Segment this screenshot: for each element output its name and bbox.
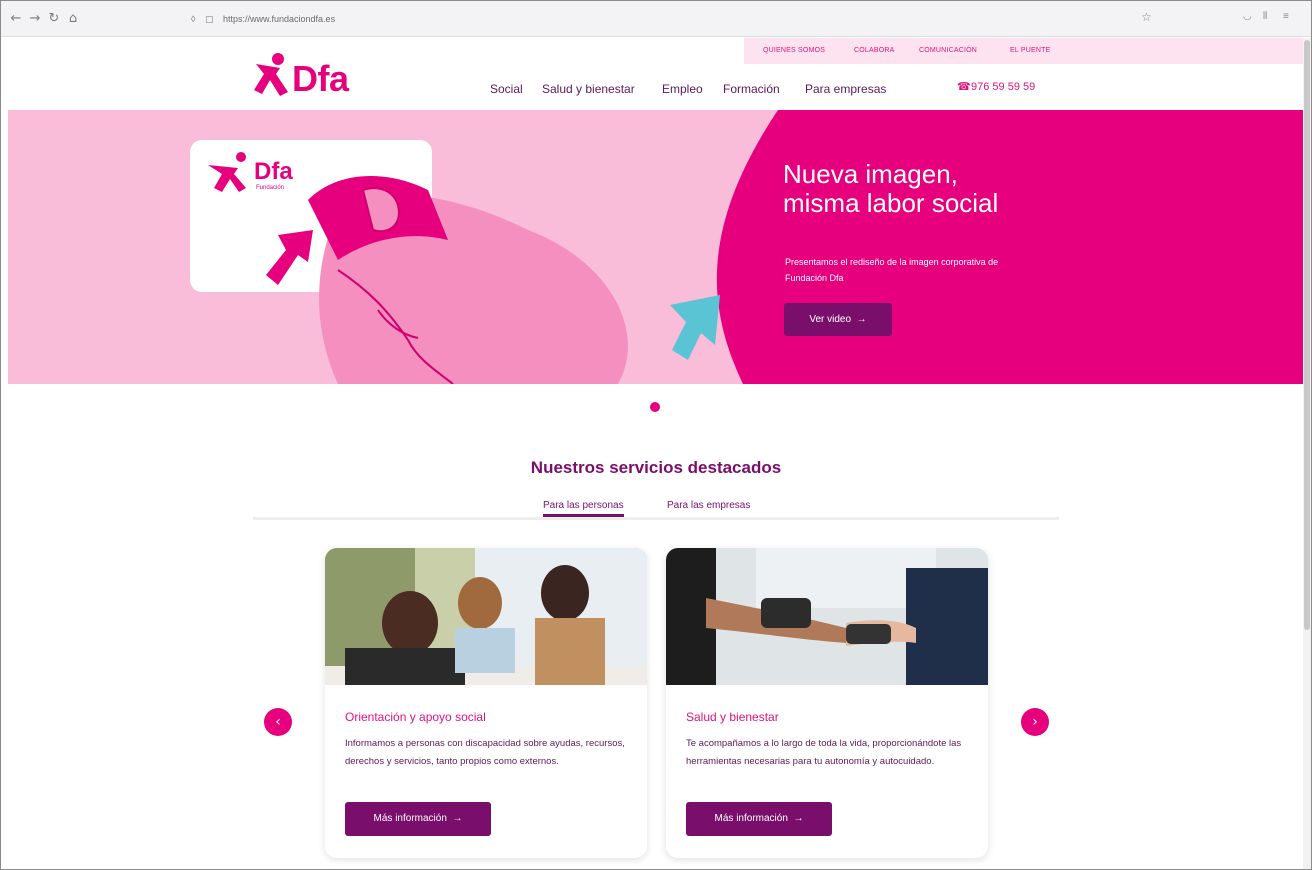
nav-item-formacion[interactable]: Formación [723, 82, 780, 96]
tab-empresas[interactable]: Para las empresas [667, 500, 750, 511]
card-title: Salud y bienestar [686, 710, 779, 724]
hero-illustration [8, 110, 1304, 384]
hero-title: Nueva imagen, misma labor social [783, 159, 999, 218]
nav-item-salud[interactable]: Salud y bienestar [542, 82, 635, 96]
arrow-right-icon: → [449, 813, 463, 824]
phone-number: 976 59 59 59 [971, 81, 1036, 93]
shield-icon: ◊ [191, 14, 196, 24]
logo-text: Dfa [292, 58, 349, 99]
menu-icon[interactable]: ≡ [1283, 11, 1289, 22]
secondary-nav-item[interactable]: COMUNICACIÓN [919, 47, 977, 54]
hero-banner: Dfa Fundación [8, 110, 1304, 384]
watch-video-button[interactable]: Ver video → [784, 303, 892, 336]
secondary-nav-item[interactable]: EL PUENTE [1010, 47, 1050, 54]
card-logo-text: Dfa [254, 158, 293, 185]
secondary-nav: QUIENES SOMOS COLABORA COMUNICACIÓN EL P… [744, 38, 1310, 64]
secondary-nav-item[interactable]: COLABORA [854, 47, 895, 54]
card-description: Informamos a personas con discapacidad s… [345, 738, 625, 767]
forward-icon[interactable]: → [26, 10, 44, 28]
slider-dot[interactable] [650, 402, 660, 412]
card-photo [325, 548, 647, 685]
people-meeting-photo [325, 548, 647, 685]
scrollbar-thumb[interactable] [1304, 40, 1310, 630]
tabs-divider [253, 517, 1059, 520]
phone-icon: ☎ [957, 81, 971, 93]
carousel-next-button[interactable]: › [1021, 708, 1049, 736]
card-photo [666, 548, 988, 685]
card-description: Te acompañamos a lo largo de toda la vid… [686, 738, 962, 767]
tab-personas[interactable]: Para las personas [543, 500, 624, 517]
back-icon[interactable]: ← [7, 10, 25, 28]
card-title: Orientación y apoyo social [345, 710, 486, 724]
phone-link[interactable]: ☎976 59 59 59 [957, 80, 1035, 93]
section-title: Nuestros servicios destacados [530, 458, 782, 477]
address-text: https://www.fundaciondfa.es [223, 14, 336, 24]
home-icon[interactable]: ⌂ [64, 10, 82, 28]
address-bar[interactable]: ◊ ▢ https://www.fundaciondfa.es [191, 9, 751, 29]
more-info-label: Más información [714, 813, 788, 824]
bookmark-star-icon[interactable]: ☆ [1141, 10, 1152, 24]
service-card: Orientación y apoyo social Informamos a … [325, 548, 647, 858]
nav-item-empresas[interactable]: Para empresas [805, 82, 886, 96]
browser-toolbar: ← → ↻ ⌂ ◊ ▢ https://www.fundaciondfa.es ☆ … [1, 1, 1311, 37]
service-card: Salud y bienestar Te acompañamos a lo la… [666, 548, 988, 858]
hero-subtitle: Presentamos el rediseño de la imagen cor… [785, 257, 999, 283]
more-info-label: Más información [373, 813, 447, 824]
logo[interactable]: Dfa [250, 52, 374, 100]
nav-item-empleo[interactable]: Empleo [662, 82, 703, 96]
pocket-icon[interactable]: ◡ [1243, 11, 1252, 22]
secondary-nav-item[interactable]: QUIENES SOMOS [763, 47, 825, 54]
arrow-right-icon: → [790, 813, 804, 824]
watch-video-label: Ver video [809, 314, 852, 325]
lock-icon: ▢ [205, 14, 214, 24]
library-icon[interactable]: ⫴ [1263, 11, 1267, 22]
nav-item-social[interactable]: Social [490, 82, 523, 96]
arrow-right-icon: → [853, 314, 867, 325]
more-info-button[interactable]: Más información → [345, 802, 491, 836]
logo-figure-icon [254, 53, 288, 96]
physiotherapy-photo [666, 548, 988, 685]
card-logo-sub: Fundación [256, 185, 285, 191]
reload-icon[interactable]: ↻ [45, 10, 63, 28]
carousel-prev-button[interactable]: ‹ [264, 708, 292, 736]
more-info-button[interactable]: Más información → [686, 802, 832, 836]
